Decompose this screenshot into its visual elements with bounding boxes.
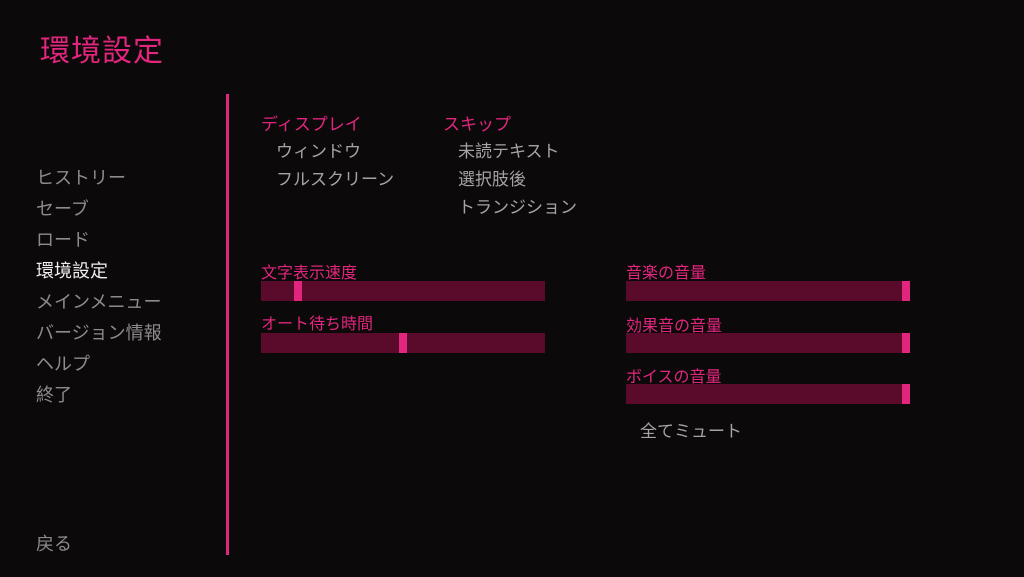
skip-unseen-option[interactable]: 未読テキスト (458, 137, 560, 162)
screen-title: 環境設定 (40, 34, 164, 69)
auto-wait-slider[interactable] (261, 333, 545, 353)
divider (226, 94, 229, 555)
voice-volume-thumb[interactable] (902, 384, 910, 404)
nav-item-history[interactable]: ヒストリー (36, 166, 216, 197)
main-nav: ヒストリー セーブ ロード 環境設定 メインメニュー バージョン情報 ヘルプ 終… (36, 166, 216, 414)
music-volume-label: 音楽の音量 (626, 263, 707, 282)
display-window-option[interactable]: ウィンドウ (276, 137, 361, 162)
mute-all-button[interactable]: 全てミュート (640, 417, 742, 442)
nav-item-main-menu[interactable]: メインメニュー (36, 290, 216, 321)
auto-wait-thumb[interactable] (399, 333, 407, 353)
nav-item-save[interactable]: セーブ (36, 197, 216, 228)
sfx-volume-slider[interactable] (626, 333, 910, 353)
nav-item-quit[interactable]: 終了 (36, 383, 216, 414)
display-group-title: ディスプレイ (261, 115, 362, 135)
voice-volume-slider[interactable] (626, 384, 910, 404)
skip-group-title: スキップ (443, 115, 511, 135)
preferences-screen: 環境設定 ヒストリー セーブ ロード 環境設定 メインメニュー バージョン情報 … (0, 0, 1024, 577)
nav-item-about[interactable]: バージョン情報 (36, 321, 216, 352)
nav-item-load[interactable]: ロード (36, 228, 216, 259)
display-fullscreen-option[interactable]: フルスクリーン (276, 165, 394, 190)
music-volume-slider[interactable] (626, 281, 910, 301)
skip-transitions-option[interactable]: トランジション (458, 193, 577, 218)
text-speed-slider[interactable] (261, 281, 545, 301)
text-speed-thumb[interactable] (293, 281, 302, 301)
nav-item-help[interactable]: ヘルプ (36, 352, 216, 383)
sfx-volume-thumb[interactable] (902, 333, 910, 353)
auto-wait-label: オート待ち時間 (261, 314, 374, 333)
skip-after-choices-option[interactable]: 選択肢後 (458, 165, 526, 190)
nav-item-preferences[interactable]: 環境設定 (36, 259, 216, 290)
text-speed-label: 文字表示速度 (261, 263, 358, 282)
return-button[interactable]: 戻る (36, 530, 72, 556)
music-volume-thumb[interactable] (902, 281, 910, 301)
